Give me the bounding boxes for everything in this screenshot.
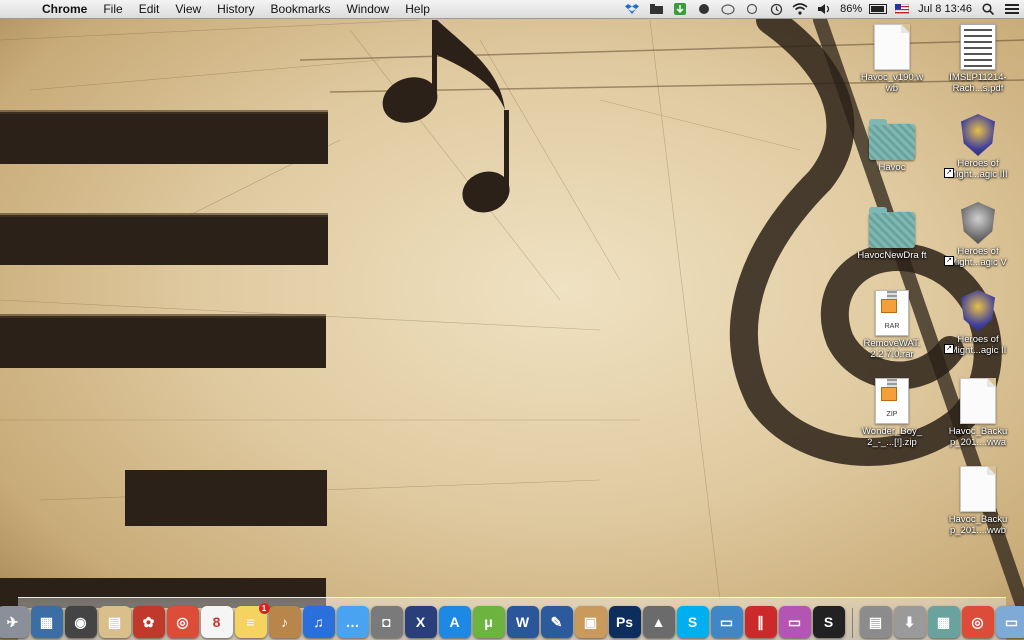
desktop-file-wonder-boy-zip[interactable]: ZIP Wonder_Boy_ 2_-_...[!].zip	[854, 378, 930, 448]
desktop-alias-heroes-v[interactable]: ↗ Heroes of Might...agic V	[940, 202, 1016, 268]
folder-icon	[869, 207, 915, 248]
menu-window[interactable]: Window	[339, 0, 398, 18]
desktop-file-havoc-backup-wwb[interactable]: Havoc_Backu p_201....wwb	[940, 466, 1016, 536]
desktop-icon-label: Havoc_Backu p_201....wwa	[948, 426, 1008, 448]
sibelius-icon[interactable]: S	[812, 606, 845, 638]
bootcamp-icon[interactable]: ▭	[778, 606, 811, 638]
havoc-folder-stack-icon[interactable]: ▦	[927, 606, 960, 638]
sync-icon[interactable]	[743, 2, 761, 16]
document-icon	[960, 378, 996, 424]
desktop-icon-label: Havoc	[878, 162, 906, 173]
archive-utility-icon[interactable]: ▣	[574, 606, 607, 638]
applications-stack-icon[interactable]: ▤	[859, 606, 892, 638]
desktop-icon-label: RemoveWAT. 2.2.7.0.rar	[863, 338, 921, 360]
desktop-icon-label: HavocNewDra ft	[857, 250, 927, 261]
notifications-icon[interactable]	[719, 2, 737, 16]
parallels-icon[interactable]: ∥	[744, 606, 777, 638]
desktop-file-havoc-v190-wwb[interactable]: Havoc_v190.w wb	[854, 24, 930, 94]
evernote-icon[interactable]	[695, 2, 713, 16]
desktop-alias-heroes-ii[interactable]: ↗ Heroes of Might...agic II	[940, 290, 1016, 356]
alias-arrow-icon: ↗	[944, 256, 954, 266]
menu-history[interactable]: History	[209, 0, 262, 18]
battery-percentage[interactable]: 86%	[836, 3, 866, 15]
remote-desktop-icon[interactable]: ▭	[710, 606, 743, 638]
status-area: 86% Jul 8 13:46	[620, 0, 1024, 18]
clock[interactable]: Jul 8 13:46	[914, 3, 976, 15]
input-source-flag-icon[interactable]	[893, 2, 911, 16]
dropbox-icon[interactable]	[623, 2, 641, 16]
document-icon	[874, 24, 910, 70]
desktop-icon-label: Wonder_Boy_ 2_-_...[!].zip	[861, 426, 923, 448]
notes-icon[interactable]: ♪	[268, 606, 301, 638]
preview-icon[interactable]: ▤	[98, 606, 131, 638]
alias-arrow-icon: ↗	[944, 168, 954, 178]
heroes-shield-icon	[961, 290, 995, 332]
iphoto-icon[interactable]: ▲	[642, 606, 675, 638]
app-store-icon[interactable]: A	[438, 606, 471, 638]
desktop-file-removewat-rar[interactable]: RAR RemoveWAT. 2.2.7.0.rar	[854, 290, 930, 360]
dock-separator	[851, 608, 853, 638]
time-machine-icon[interactable]	[767, 2, 785, 16]
menu-file[interactable]: File	[95, 0, 130, 18]
dock: ☺✈▦◉▤✿◎8≡1♪♫…◘XAμW✎▣Ps▲S▭∥▭S▤⬇▦◎▭🗑	[0, 597, 1024, 640]
menu-edit[interactable]: Edit	[131, 0, 168, 18]
documents-stack-icon[interactable]: ▭	[995, 606, 1024, 638]
xcode-icon[interactable]: ✎	[540, 606, 573, 638]
x11-icon[interactable]: X	[404, 606, 437, 638]
dock-badge: 1	[258, 603, 270, 614]
notification-center-icon[interactable]	[1003, 2, 1021, 16]
alias-arrow-icon: ↗	[944, 344, 954, 354]
desktop-icon-label: IMSLP11214-Rach...s.pdf	[949, 72, 1007, 94]
word-icon[interactable]: W	[506, 606, 539, 638]
menu-bar: Chrome File Edit View History Bookmarks …	[0, 0, 1024, 19]
desktop-icon-label: Havoc_v190.w wb	[860, 72, 924, 94]
skype-icon[interactable]: S	[676, 606, 709, 638]
downloads-stack-icon[interactable]: ⬇	[893, 606, 926, 638]
menu-view[interactable]: View	[167, 0, 209, 18]
desktop-icon-label: Havoc_Backu p_201....wwb	[948, 514, 1008, 536]
menu-help[interactable]: Help	[397, 0, 438, 18]
folder-menu-icon[interactable]	[647, 2, 665, 16]
stickies-icon[interactable]: ≡ 1	[234, 603, 270, 638]
facetime-icon[interactable]: ◘	[370, 606, 403, 638]
itunes-icon[interactable]: ♫	[302, 606, 335, 638]
desktop-folder-havoc[interactable]: Havoc	[854, 119, 930, 173]
rar-archive-icon: RAR	[875, 290, 909, 336]
folder-icon	[869, 119, 915, 160]
heroes-shield-icon	[961, 114, 995, 156]
messages-icon[interactable]: …	[336, 606, 369, 638]
app-menu-chrome[interactable]: Chrome	[34, 0, 95, 18]
launchpad-icon[interactable]: ✈	[0, 606, 29, 638]
desktop-alias-heroes-iii[interactable]: ↗ Heroes of Might...agic III	[940, 114, 1016, 180]
helmet-icon	[961, 202, 995, 244]
pdf-document-icon	[960, 24, 996, 70]
battery-icon[interactable]	[869, 2, 888, 16]
calendar-icon[interactable]: 8	[200, 606, 233, 638]
wifi-icon[interactable]	[791, 2, 809, 16]
spotlight-search-icon[interactable]	[979, 2, 997, 16]
volume-icon[interactable]	[815, 2, 833, 16]
utorrent-icon[interactable]: μ	[472, 606, 505, 638]
document-icon	[960, 466, 996, 512]
menu-bookmarks[interactable]: Bookmarks	[263, 0, 339, 18]
desktop-file-havoc-backup-wwa[interactable]: Havoc_Backu p_201....wwa	[940, 378, 1016, 448]
photo-booth-icon[interactable]: ✿	[132, 606, 165, 638]
dashboard-icon[interactable]: ◉	[64, 606, 97, 638]
download-status-icon[interactable]	[671, 2, 689, 16]
photoshop-icon[interactable]: Ps	[608, 606, 641, 638]
chrome-icon[interactable]: ◎	[166, 606, 199, 638]
zip-archive-icon: ZIP	[875, 378, 909, 424]
mission-control-icon[interactable]: ▦	[30, 606, 63, 638]
desktop-folder-havocnewdraft[interactable]: HavocNewDra ft	[854, 207, 930, 261]
desktop-file-imslp-pdf[interactable]: IMSLP11214-Rach...s.pdf	[940, 24, 1016, 94]
chrome-stack-icon[interactable]: ◎	[961, 606, 994, 638]
